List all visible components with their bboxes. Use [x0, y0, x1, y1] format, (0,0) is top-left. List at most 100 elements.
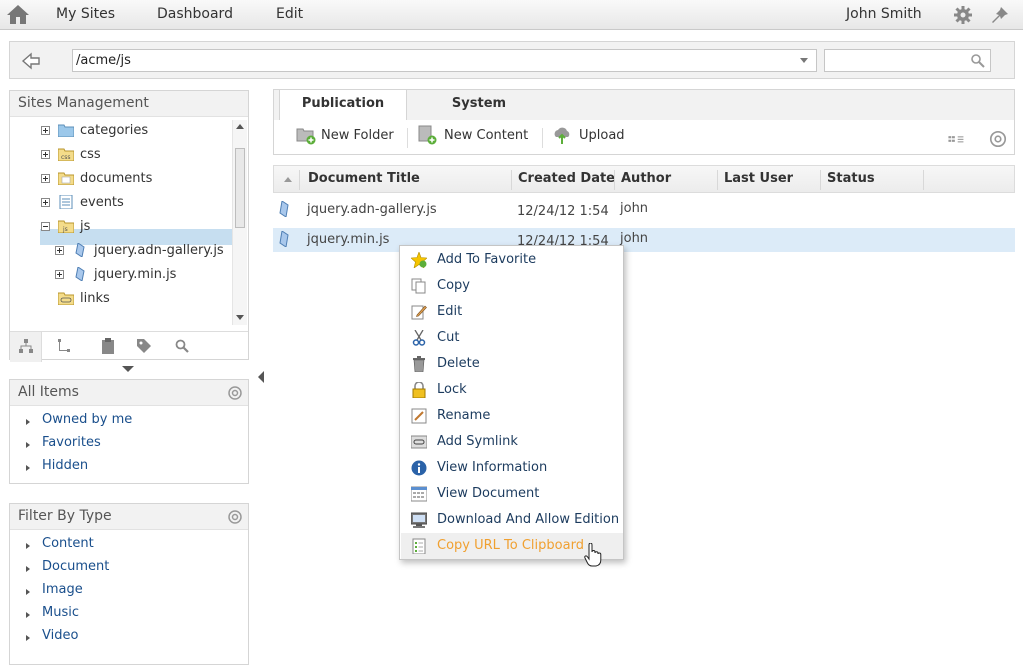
menu-item-label: Download And Allow Edition: [437, 512, 620, 527]
tree-item-links[interactable]: links: [10, 288, 232, 310]
path-input[interactable]: /acme/js: [72, 49, 817, 72]
scroll-thumb[interactable]: [235, 148, 245, 228]
scroll-down-icon[interactable]: [236, 315, 244, 320]
tab-search[interactable]: [166, 332, 198, 362]
tab-system[interactable]: System: [419, 90, 539, 122]
menu-item-label: Copy URL To Clipboard: [437, 538, 584, 553]
sites-management-panel: Sites Management categories css css docu…: [9, 90, 249, 362]
menu-item-rename[interactable]: Rename: [401, 403, 623, 429]
new-content-icon[interactable]: [417, 125, 437, 145]
home-icon[interactable]: [5, 3, 31, 25]
tab-tree-view[interactable]: [10, 332, 42, 362]
menu-item-view-information[interactable]: View Information: [401, 455, 623, 481]
column-created-date[interactable]: Created Date: [518, 171, 615, 186]
menu-item-delete[interactable]: Delete: [401, 351, 623, 377]
js-file-icon: [279, 231, 289, 247]
column-divider: [820, 170, 821, 190]
menu-item-copy[interactable]: Copy: [401, 273, 623, 299]
list-item-hidden[interactable]: Hidden: [24, 458, 248, 481]
expand-icon[interactable]: [41, 150, 50, 159]
expand-icon[interactable]: [55, 246, 64, 255]
tab-publication[interactable]: Publication: [279, 90, 407, 122]
menu-item-lock[interactable]: Lock: [401, 377, 623, 403]
upload-icon[interactable]: [552, 125, 572, 145]
table-row-selected[interactable]: jquery.min.js 12/24/12 1:54 john: [273, 228, 1015, 252]
address-bar: /acme/js: [9, 41, 1015, 79]
nav-my-sites[interactable]: My Sites: [56, 6, 115, 22]
top-bar: My Sites Dashboard Edit John Smith: [0, 0, 1023, 30]
tab-bar: Publication System: [273, 89, 1015, 122]
menu-item-edit[interactable]: Edit: [401, 299, 623, 325]
rename-icon: [411, 408, 427, 424]
expand-icon[interactable]: [41, 198, 50, 207]
new-content-button[interactable]: New Content: [444, 128, 528, 143]
menu-item-add-to-favorite[interactable]: Add To Favorite: [401, 247, 623, 273]
filter-item-video[interactable]: Video: [24, 628, 248, 651]
tree-item-documents[interactable]: documents: [10, 168, 232, 190]
scroll-up-icon[interactable]: [236, 124, 244, 129]
search-icon[interactable]: [970, 53, 985, 68]
gear-icon[interactable]: [227, 385, 243, 401]
new-folder-button[interactable]: New Folder: [321, 128, 394, 143]
table-row[interactable]: jquery.adn-gallery.js 12/24/12 1:54 john: [273, 198, 1015, 222]
menu-item-download-and-allow-edition[interactable]: Download And Allow Edition: [401, 507, 623, 533]
tab-clipboard[interactable]: [92, 332, 124, 362]
tree-item-label: css: [80, 147, 101, 162]
tree-item-jquery-adn-gallery[interactable]: jquery.adn-gallery.js: [10, 240, 232, 262]
expand-icon[interactable]: [41, 126, 50, 135]
collapse-icon[interactable]: [41, 222, 50, 231]
menu-item-view-document[interactable]: View Document: [401, 481, 623, 507]
clipboard-icon: [102, 338, 114, 354]
gear-icon[interactable]: [988, 129, 1008, 149]
filter-item-content[interactable]: Content: [24, 536, 248, 559]
sidebar-toggle-icon[interactable]: [258, 371, 264, 383]
sort-icon[interactable]: [284, 177, 292, 182]
panel-collapse-icon[interactable]: [122, 366, 134, 372]
tree-item-events[interactable]: events: [10, 192, 232, 214]
new-folder-icon[interactable]: [296, 125, 316, 145]
column-status[interactable]: Status: [827, 171, 875, 186]
menu-item-label: Delete: [437, 356, 480, 371]
filter-item-image[interactable]: Image: [24, 582, 248, 605]
user-name[interactable]: John Smith: [846, 6, 922, 22]
filter-item-document[interactable]: Document: [24, 559, 248, 582]
menu-item-label: Copy: [437, 278, 470, 293]
back-arrow-icon[interactable]: [20, 51, 42, 71]
sitemap-icon: [19, 339, 33, 353]
tree-item-label: jquery.min.js: [94, 267, 177, 282]
tree-item-js[interactable]: js js: [10, 216, 232, 238]
js-file-icon: [75, 243, 85, 257]
column-last-user[interactable]: Last User: [724, 171, 793, 186]
nav-dashboard[interactable]: Dashboard: [157, 6, 233, 22]
expand-icon[interactable]: [41, 174, 50, 183]
tab-tags[interactable]: [128, 332, 160, 362]
search-input[interactable]: [824, 49, 991, 72]
tree-scrollbar[interactable]: [232, 120, 247, 325]
gear-icon[interactable]: [953, 5, 973, 25]
gear-icon[interactable]: [227, 509, 243, 525]
list-item-owned-by-me[interactable]: Owned by me: [24, 412, 248, 435]
nav-edit[interactable]: Edit: [276, 6, 303, 22]
tab-relations[interactable]: [48, 332, 80, 362]
cell-title[interactable]: jquery.min.js: [307, 232, 389, 247]
menu-item-cut[interactable]: Cut: [401, 325, 623, 351]
tree-item-categories[interactable]: categories: [10, 120, 232, 142]
filter-item-music[interactable]: Music: [24, 605, 248, 628]
view-mode-icon[interactable]: [947, 129, 967, 149]
folder-icon: [58, 124, 74, 137]
list-item-favorites[interactable]: Favorites: [24, 435, 248, 458]
tree-item-label: categories: [80, 123, 149, 138]
column-author[interactable]: Author: [621, 171, 671, 186]
tree-item-css[interactable]: css css: [10, 144, 232, 166]
menu-item-add-symlink[interactable]: Add Symlink: [401, 429, 623, 455]
expand-icon[interactable]: [55, 270, 64, 279]
column-divider: [923, 170, 924, 190]
chevron-down-icon[interactable]: [800, 58, 808, 63]
context-menu: Add To Favorite Copy Edit Cut Delete Loc…: [399, 245, 624, 560]
upload-button[interactable]: Upload: [579, 128, 625, 143]
column-document-title[interactable]: Document Title: [308, 171, 420, 186]
tree-item-label: documents: [80, 171, 153, 186]
tree-item-jquery-min[interactable]: jquery.min.js: [10, 264, 232, 286]
cell-title[interactable]: jquery.adn-gallery.js: [307, 202, 437, 217]
pin-icon[interactable]: [990, 5, 1010, 25]
